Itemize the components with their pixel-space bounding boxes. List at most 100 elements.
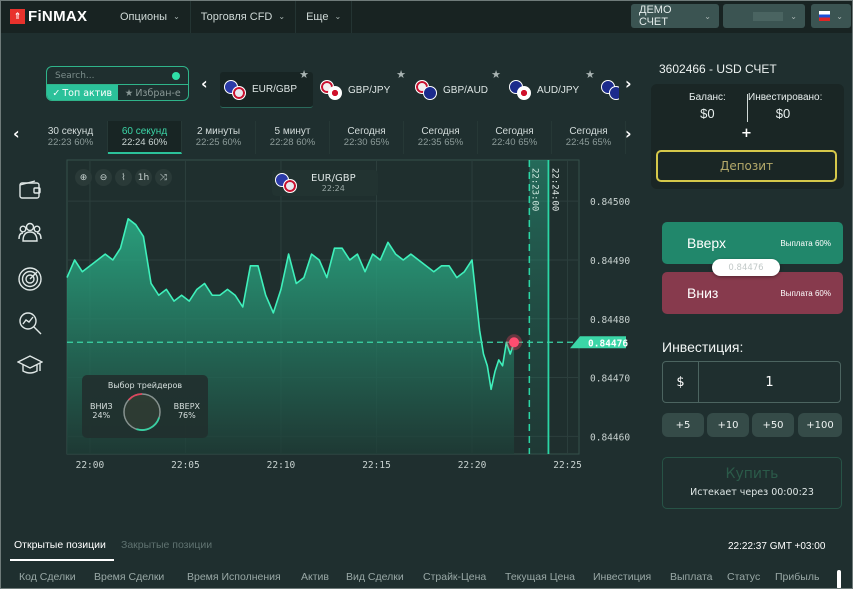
zoom-out-icon[interactable]: ⊖ bbox=[95, 169, 112, 186]
server-clock: 22:22:37 GMT +03:00 bbox=[728, 541, 826, 552]
expiry-tab-label: 5 минут bbox=[274, 126, 311, 137]
expiry-tab[interactable]: 60 секунд 22:24 60% bbox=[108, 121, 182, 154]
account-mode-label: ДЕМО СЧЕТ bbox=[639, 4, 672, 28]
expiry-tab[interactable]: Сегодня 22:45 65% bbox=[552, 121, 626, 154]
tab-closed-positions[interactable]: Закрытые позиции bbox=[121, 539, 212, 551]
aud-flags-icon bbox=[601, 80, 619, 100]
account-select-dropdown[interactable]: ⌄ bbox=[723, 4, 805, 28]
currency-symbol: $ bbox=[663, 362, 699, 402]
increment-50-button[interactable]: +50 bbox=[752, 413, 794, 437]
deposit-button[interactable]: Депозит bbox=[656, 150, 837, 182]
favorite-star-icon[interactable]: ★ bbox=[491, 68, 501, 81]
chart-type-icon[interactable]: ⌇ bbox=[115, 169, 132, 186]
x-tick-label: 22:05 bbox=[171, 460, 200, 471]
zoom-in-icon[interactable]: ⊕ bbox=[75, 169, 92, 186]
finmax-logo[interactable]: ⇑ FiNMAX bbox=[10, 8, 110, 25]
traders-down-label: ВНИЗ bbox=[90, 402, 113, 411]
investment-input[interactable]: $ 1 bbox=[662, 361, 841, 403]
asset-tab-eur-gbp[interactable]: EUR/GBP ★ bbox=[220, 69, 313, 108]
gbp-aud-flags-icon bbox=[415, 80, 439, 100]
expiry-tab[interactable]: Сегодня 22:40 65% bbox=[478, 121, 552, 154]
investment-amount[interactable]: 1 bbox=[699, 362, 840, 402]
column-header[interactable]: Инвестиция bbox=[593, 571, 651, 583]
traders-choice-widget: Выбор трейдеров ВНИЗ 24% ВВЕРХ 76% bbox=[82, 375, 208, 438]
search-placeholder: Search... bbox=[55, 70, 95, 81]
assets-next-arrow-icon[interactable]: › bbox=[625, 74, 632, 93]
favorite-star-icon[interactable]: ★ bbox=[396, 68, 406, 81]
account-mode-dropdown[interactable]: ДЕМО СЧЕТ ⌄ bbox=[631, 4, 719, 28]
timeframe-button[interactable]: 1h bbox=[135, 169, 152, 186]
chevron-down-icon: ⌄ bbox=[836, 11, 843, 21]
down-button[interactable]: Вниз Выплата 60% bbox=[662, 272, 843, 314]
asset-search-panel: Search... ✓ Топ актив ★ Избран-е bbox=[46, 66, 189, 101]
chevron-down-icon: ⌄ bbox=[704, 11, 711, 21]
nav-more[interactable]: Еще ⌄ bbox=[296, 0, 353, 33]
deposit-label: Депозит bbox=[719, 159, 774, 173]
asset-pair-label: EUR/GBP bbox=[252, 84, 298, 95]
nav-options[interactable]: Опционы ⌄ bbox=[110, 0, 191, 33]
expiry-prev-arrow-icon[interactable]: ‹ bbox=[13, 124, 20, 143]
x-tick-label: 22:15 bbox=[362, 460, 391, 471]
traders-up: ВВЕРХ 76% bbox=[174, 402, 200, 420]
tab-favorites[interactable]: ★ Избран-е bbox=[118, 85, 189, 100]
expiry-tab[interactable]: Сегодня 22:30 65% bbox=[330, 121, 404, 154]
increment-label: +5 bbox=[675, 419, 691, 431]
logo-text: FiNMAX bbox=[28, 8, 88, 25]
column-header[interactable]: Время Сделки bbox=[94, 571, 164, 583]
column-header[interactable]: Текущая Цена bbox=[505, 571, 575, 583]
scrollbar[interactable] bbox=[837, 570, 841, 589]
tab-top-assets-label: Топ актив bbox=[62, 87, 113, 99]
traders-up-pct: 76% bbox=[177, 411, 196, 420]
expires-countdown: Истекает через 00:00:23 bbox=[690, 487, 814, 498]
buy-button[interactable]: Купить Истекает через 00:00:23 bbox=[662, 457, 842, 509]
chevron-down-icon: ⌄ bbox=[278, 12, 286, 21]
expiry-next-arrow-icon[interactable]: › bbox=[625, 124, 632, 143]
favorite-star-icon[interactable]: ★ bbox=[585, 68, 595, 81]
indicator-icon[interactable]: ⤨ bbox=[155, 169, 172, 186]
current-price-pill: 0.84476 bbox=[712, 259, 780, 276]
language-dropdown[interactable]: ⌄ bbox=[811, 4, 851, 28]
asset-tab-gbp-jpy[interactable]: GBP/JPY ★ bbox=[318, 69, 408, 108]
increment-100-button[interactable]: +100 bbox=[798, 413, 842, 437]
asset-tab-partial[interactable] bbox=[601, 72, 619, 108]
column-header[interactable]: Время Исполнения bbox=[187, 571, 281, 583]
y-tick-label: 0.84500 bbox=[590, 197, 630, 208]
chart-pair: EUR/GBP bbox=[311, 173, 356, 184]
traders-down: ВНИЗ 24% bbox=[90, 402, 113, 420]
expiry-tab[interactable]: 2 минуты 22:25 60% bbox=[182, 121, 256, 154]
up-button[interactable]: Вверх Выплата 60% bbox=[662, 222, 843, 264]
column-header[interactable]: Страйк-Цена bbox=[423, 571, 486, 583]
expiry-tab-label: 60 секунд bbox=[121, 126, 168, 137]
expiry-tab-label: Сегодня bbox=[495, 126, 534, 137]
expiry-tab[interactable]: 30 секунд 22:23 60% bbox=[34, 121, 108, 154]
asset-tab-gbp-aud[interactable]: GBP/AUD ★ bbox=[413, 69, 503, 108]
increment-5-button[interactable]: +5 bbox=[662, 413, 704, 437]
check-icon: ✓ bbox=[52, 87, 61, 99]
account-select-value bbox=[753, 11, 783, 21]
asset-pair-label: GBP/JPY bbox=[348, 84, 391, 96]
assets-prev-arrow-icon[interactable]: ‹ bbox=[201, 74, 208, 93]
expiry-tab-sub: 22:40 65% bbox=[491, 137, 538, 148]
increment-10-button[interactable]: +10 bbox=[707, 413, 749, 437]
chart-expiry: 22:24 bbox=[321, 184, 345, 193]
y-tick-label: 0.84480 bbox=[590, 315, 630, 326]
asset-tab-aud-jpy[interactable]: AUD/JPY ★ bbox=[507, 69, 597, 108]
add-funds-icon[interactable]: + bbox=[741, 126, 752, 141]
expiry-tab[interactable]: 5 минут 22:28 60% bbox=[256, 121, 330, 154]
tab-open-positions[interactable]: Открытые позиции bbox=[14, 539, 106, 551]
column-header[interactable]: Вид Сделки bbox=[346, 571, 404, 583]
nav-cfd-trading[interactable]: Торговля CFD ⌄ bbox=[191, 0, 297, 33]
column-header[interactable]: Статус bbox=[727, 571, 760, 583]
tab-top-assets[interactable]: ✓ Топ актив bbox=[47, 85, 118, 100]
favorite-star-icon[interactable]: ★ bbox=[299, 68, 309, 81]
aud-jpy-flags-icon bbox=[509, 80, 533, 100]
column-header[interactable]: Прибыль bbox=[775, 571, 819, 583]
column-header[interactable]: Выплата bbox=[670, 571, 713, 583]
column-header[interactable]: Актив bbox=[301, 571, 329, 583]
column-header[interactable]: Код Сделки bbox=[19, 571, 76, 583]
y-tick-label: 0.84470 bbox=[590, 374, 630, 385]
expiry-tab[interactable]: Сегодня 22:35 65% bbox=[404, 121, 478, 154]
expiry-tab-sub: 22:23 60% bbox=[47, 137, 94, 148]
search-input[interactable]: Search... bbox=[47, 67, 188, 84]
balance: Баланс: $0 bbox=[689, 92, 726, 121]
